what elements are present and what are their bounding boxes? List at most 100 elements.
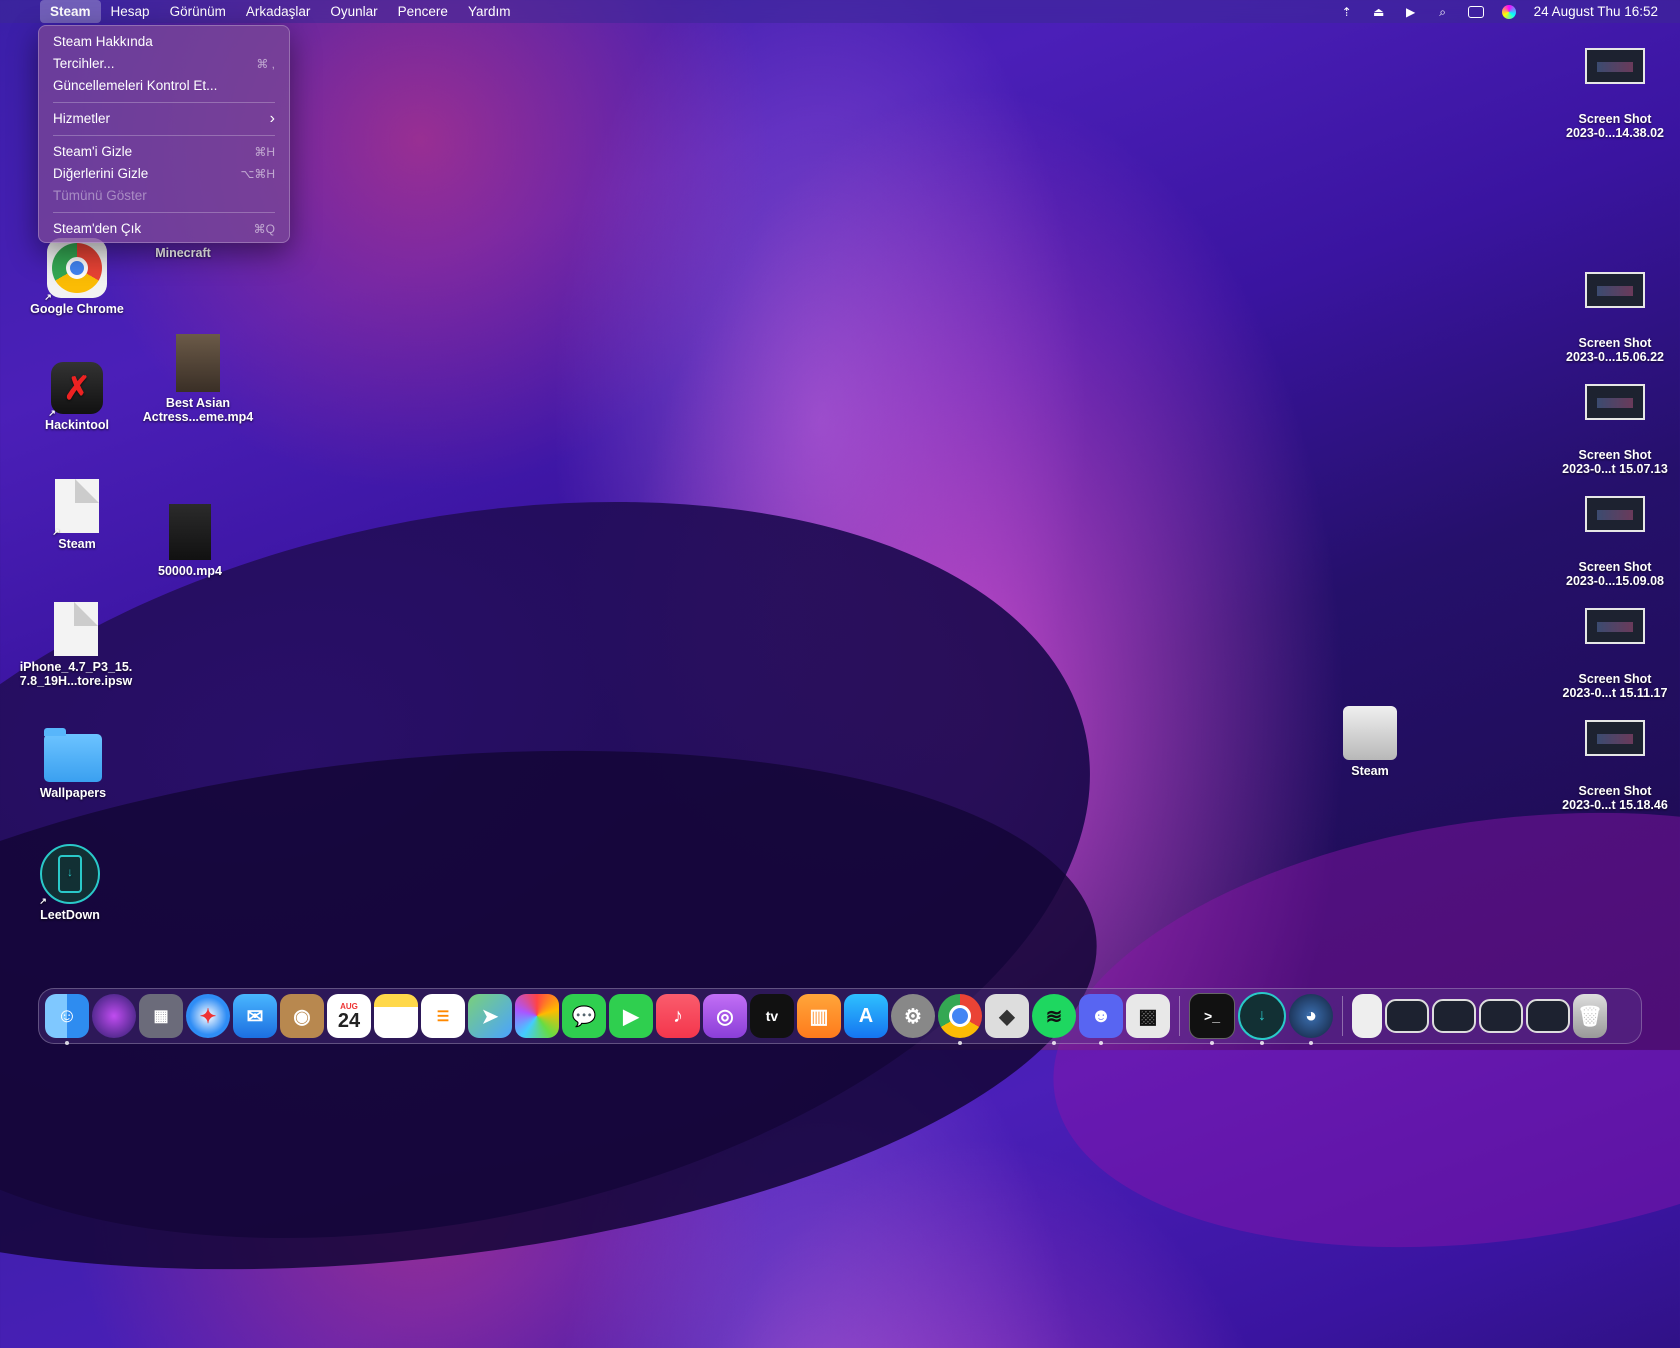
icon-label: LeetDown [40,908,100,922]
desktop-icon-screenshot[interactable]: Screen Shot 2023-0...15.09.08 [1550,496,1680,588]
reminders-icon[interactable]: ☰ [421,994,465,1038]
screenshot-thumbnail-icon[interactable] [1432,999,1476,1033]
messages-icon[interactable]: 💬 [562,994,606,1038]
launchpad-icon[interactable]: ▦ [139,994,183,1038]
clock[interactable]: 24 August Thu 16:52 [1534,4,1658,19]
desktop-icon-50000-video[interactable]: 50000.mp4 [125,504,255,578]
menu-item-about[interactable]: Steam Hakkında [39,31,289,53]
menu-item-label: Güncellemeleri Kontrol Et... [53,78,218,93]
notes-icon[interactable] [374,994,418,1038]
menu-item-label: Hizmetler [53,111,111,126]
apple-tv-icon[interactable]: tv [750,994,794,1038]
desktop-icon-screenshot[interactable]: Screen Shot 2023-0...15.06.22 [1550,272,1680,364]
menu-item-check-updates[interactable]: Güncellemeleri Kontrol Et... [39,75,289,97]
terminal-icon[interactable]: >_ [1189,993,1235,1045]
mail-icon[interactable]: ✉ [233,994,277,1038]
photos-icon[interactable] [515,994,559,1038]
desktop-icon-best-asian-video[interactable]: Best Asian Actress...eme.mp4 [133,334,263,424]
desktop-icon-screenshot[interactable]: Screen Shot 2023-0...t 15.18.46 [1550,720,1680,812]
app-store-icon[interactable]: A [844,994,888,1038]
screenshot-thumbnail-icon [1585,384,1645,420]
screenshot-thumbnail-icon [1585,496,1645,532]
maps-icon[interactable]: ➤ [468,994,512,1038]
hackintool-icon: ✗ ↗ [48,362,103,418]
menu-item-preferences[interactable]: Tercihler... ⌘ , [39,53,289,75]
discord-icon[interactable]: ☻ [1079,994,1123,1045]
dock-separator [1179,996,1180,1036]
menu-arkadaslar[interactable]: Arkadaşlar [236,0,321,23]
desktop-icon-google-chrome[interactable]: ↗ Google Chrome [12,238,142,316]
icon-label: Steam [1351,764,1389,778]
siri-icon[interactable] [1501,4,1516,19]
desktop-icon-hackintool[interactable]: ✗ ↗ Hackintool [12,362,142,432]
running-indicator [958,1041,962,1045]
menu-item-quit-steam[interactable]: Steam'den Çık ⌘Q [39,218,289,240]
eject-icon[interactable]: ⏏ [1372,5,1386,19]
alias-arrow-icon: ↗ [52,527,60,537]
finder-icon[interactable]: ☺ [45,994,89,1045]
desktop-icon-screenshot[interactable]: Screen Shot 2023-0...14.38.02 [1550,48,1680,140]
menu-item-show-all: Tümünü Göster [39,185,289,207]
trash-icon[interactable]: 🗑 [1573,994,1607,1038]
leetdown-icon[interactable]: ↓ [1238,992,1286,1045]
menu-item-hide-others[interactable]: Diğerlerini Gizle ⌥⌘H [39,163,289,185]
screenshot-thumbnail-icon[interactable] [1479,999,1523,1033]
dock-separator [1342,996,1343,1036]
menu-pencere[interactable]: Pencere [388,0,458,23]
contacts-icon[interactable]: ◉ [280,994,324,1038]
menu-gorunum[interactable]: Görünüm [160,0,236,23]
menu-item-hide-steam[interactable]: Steam'i Gizle ⌘H [39,141,289,163]
steam-icon[interactable]: ◕ [1289,994,1333,1045]
search-icon[interactable]: ⌕ [1436,5,1450,19]
menu-hesap[interactable]: Hesap [101,0,160,23]
facetime-icon[interactable]: ▶ [609,994,653,1038]
menu-bar: Steam Hesap Görünüm Arkadaşlar Oyunlar P… [0,0,1680,23]
icon-label-line2: 2023-0...t 15.07.13 [1562,462,1668,476]
running-indicator [1260,1041,1264,1045]
screenshot-thumbnail-icon[interactable] [1526,999,1570,1033]
network-icon[interactable]: ⇡ [1340,5,1354,19]
menu-steam[interactable]: Steam [40,0,101,23]
menu-separator [53,135,275,136]
chrome-icon[interactable] [938,994,982,1045]
siri-icon[interactable] [92,994,136,1038]
roblox-icon[interactable]: ◆ [985,994,1029,1038]
menu-item-label: Tercihler... [53,56,115,71]
calendar-icon[interactable]: AUG 24 [327,994,371,1038]
desktop-icon-ipsw[interactable]: iPhone_4.7_P3_15. 7.8_19H...tore.ipsw [11,602,141,688]
dock: ☺ ▦ ✦ ✉ ◉ AUG 24 ☰ ➤ 💬 ▶ ♪ ◎ tv ▥ A ⚙ ◆ … [38,988,1642,1045]
menu-item-shortcut: ⌘H [254,145,275,159]
menu-item-label: Steam'i Gizle [53,144,133,159]
desktop-icon-steam-disk[interactable]: Steam [1305,706,1435,778]
control-center-icon[interactable] [1467,5,1484,18]
running-indicator [1210,1041,1214,1045]
spotify-icon[interactable]: ≋ [1032,994,1076,1045]
chrome-logo [52,243,102,293]
play-icon[interactable]: ▶ [1404,5,1418,19]
desktop-icon-wallpapers[interactable]: Wallpapers [8,728,138,800]
screenshot-thumbnail-icon[interactable] [1385,999,1429,1033]
icon-label-line2: 7.8_19H...tore.ipsw [19,674,133,688]
menu-item-label: Diğerlerini Gizle [53,166,149,181]
icon-label: Google Chrome [30,302,124,316]
icon-label-line1: Screen Shot [1578,560,1652,574]
desktop-icon-steam-alias[interactable]: ↗ Steam [12,479,142,551]
icon-label-line2: 2023-0...t 15.18.46 [1562,798,1668,812]
menu-oyunlar[interactable]: Oyunlar [320,0,387,23]
menu-yardim[interactable]: Yardım [458,0,521,23]
desktop-icon-screenshot[interactable]: Screen Shot 2023-0...t 15.11.17 [1550,608,1680,700]
books-icon[interactable]: ▥ [797,994,841,1038]
desktop-icon-screenshot[interactable]: Screen Shot 2023-0...t 15.07.13 [1550,384,1680,476]
music-icon[interactable]: ♪ [656,994,700,1038]
desktop-icon-leetdown[interactable]: ↓ ↗ LeetDown [5,844,135,922]
menu-item-services[interactable]: Hizmetler › [39,108,289,130]
icon-label-line2: 2023-0...14.38.02 [1566,126,1664,140]
steam-menu-dropdown: Steam Hakkında Tercihler... ⌘ , Güncelle… [38,25,290,243]
alias-arrow-icon: ↗ [44,292,52,302]
system-preferences-icon[interactable]: ⚙ [891,994,935,1038]
minecraft-icon[interactable]: ▩ [1126,994,1170,1038]
document-icon[interactable] [1352,994,1382,1038]
podcasts-icon[interactable]: ◎ [703,994,747,1038]
safari-icon[interactable]: ✦ [186,994,230,1038]
running-indicator [1309,1041,1313,1045]
